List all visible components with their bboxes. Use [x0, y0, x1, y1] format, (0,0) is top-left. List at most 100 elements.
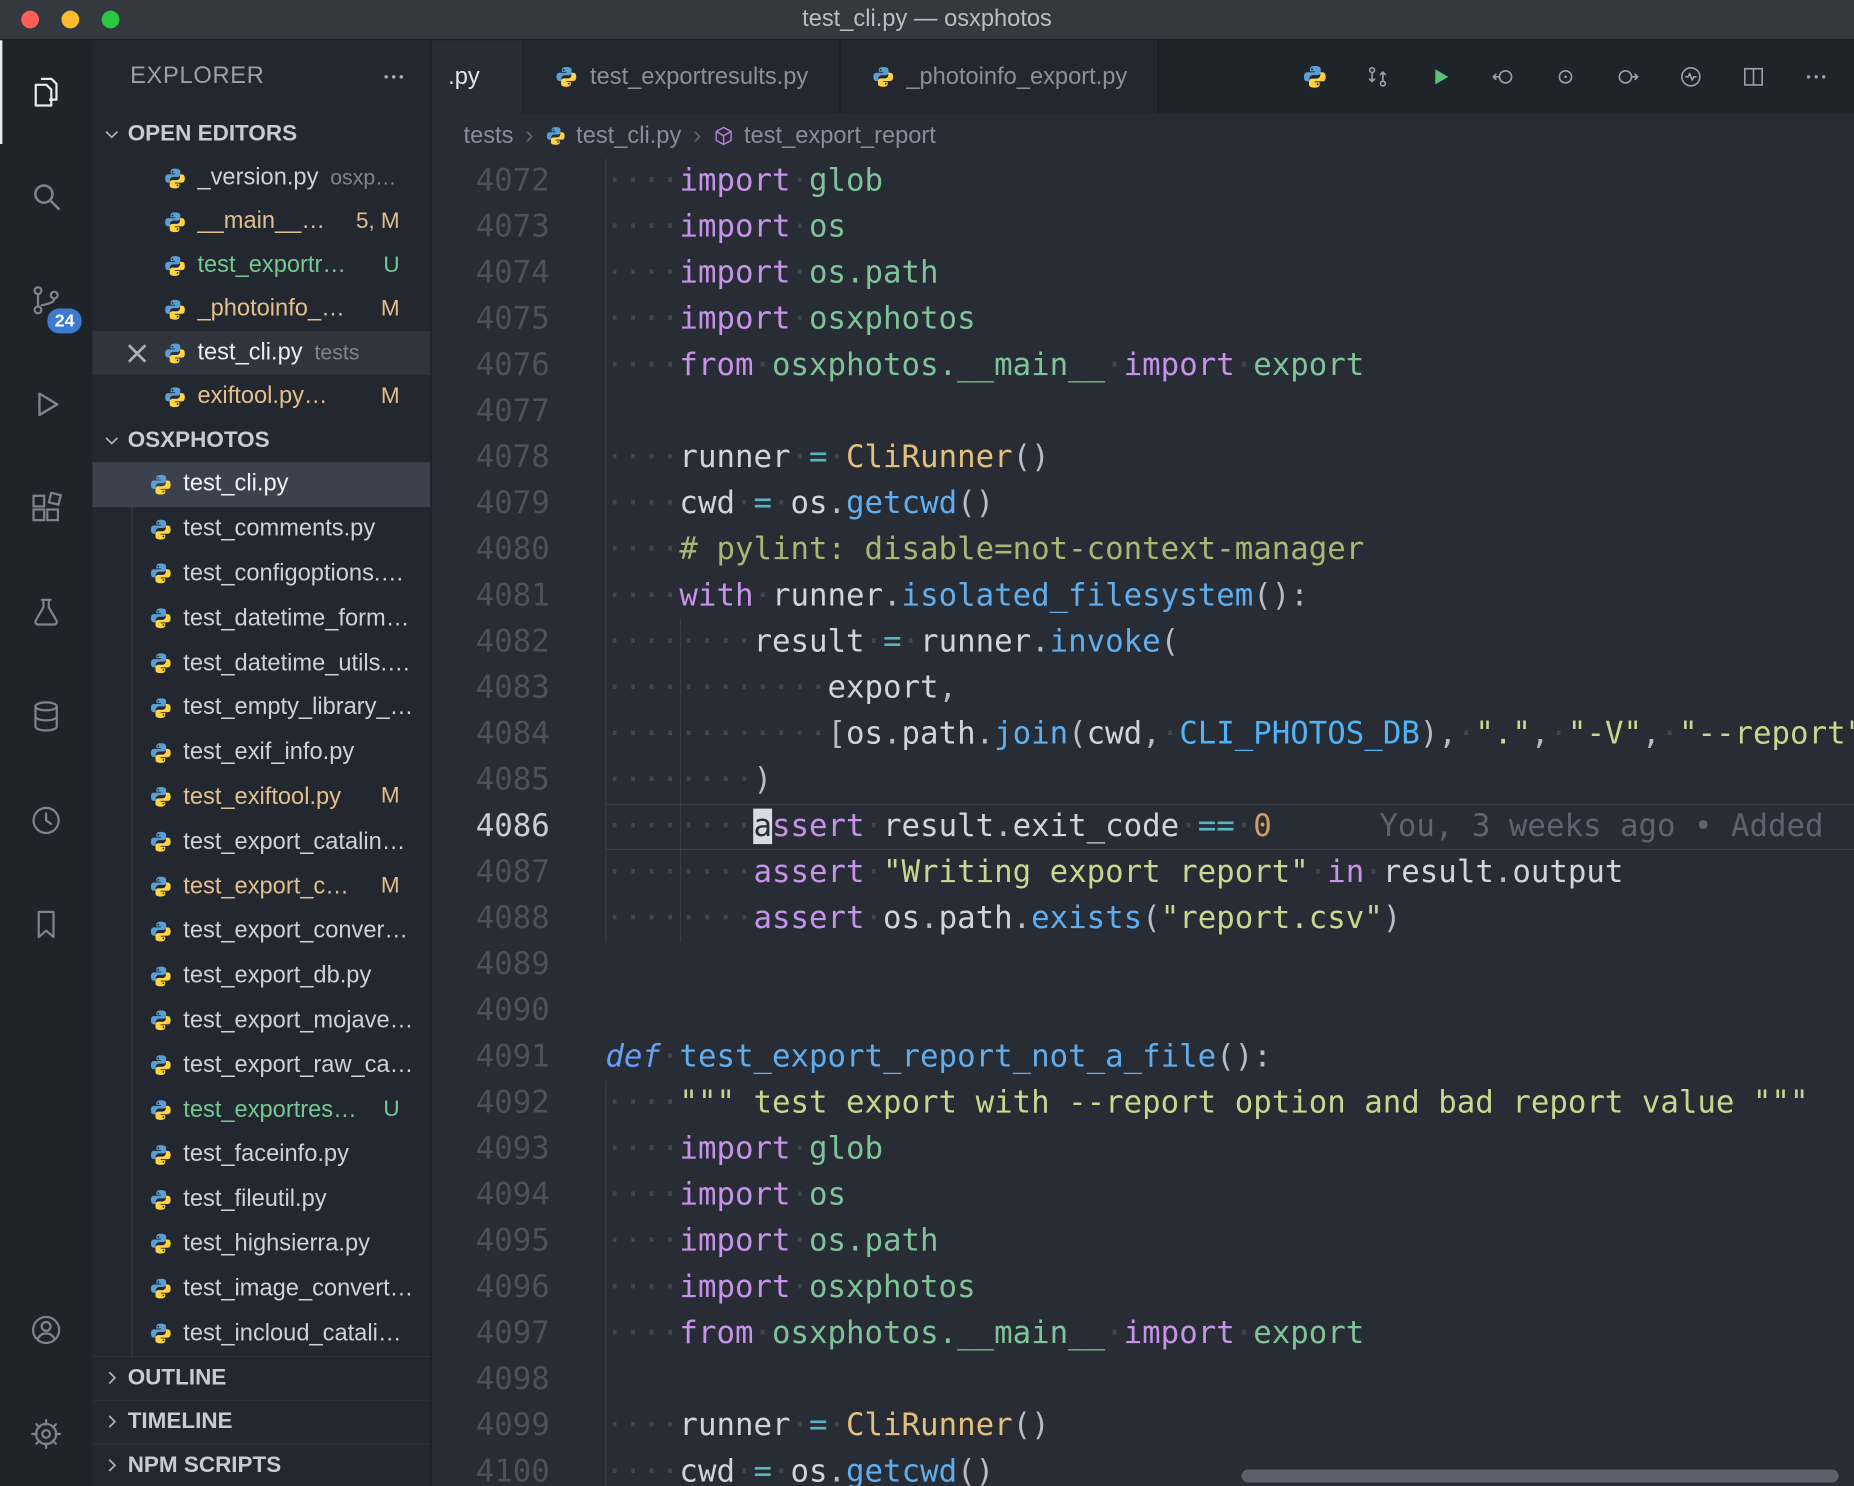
- code-line-4089[interactable]: 4089: [432, 942, 1854, 988]
- breadcrumb-item-test-export-report[interactable]: test_export_report: [713, 122, 936, 149]
- split-editor-button[interactable]: [1722, 40, 1785, 113]
- tree-item-test-datetime-form[interactable]: test_datetime_form…: [92, 596, 430, 641]
- code-editor[interactable]: 4072····import·glob4073····import·os4074…: [432, 158, 1854, 1486]
- code-line-4077[interactable]: 4077: [432, 389, 1854, 435]
- run-file-icon: [1427, 64, 1453, 90]
- source-control-activity-button[interactable]: 24: [0, 248, 92, 352]
- code-line-4092[interactable]: 4092····""" test export with --report op…: [432, 1081, 1854, 1127]
- extensions-activity-button[interactable]: [0, 456, 92, 560]
- debug-circle-button[interactable]: [1534, 40, 1597, 113]
- code-text: ········): [605, 758, 1854, 804]
- code-line-4073[interactable]: 4073····import·os: [432, 205, 1854, 251]
- close-window-button[interactable]: [21, 11, 39, 29]
- run-debug-activity-button[interactable]: [0, 352, 92, 456]
- tree-item-test-cli-py[interactable]: test_cli.py: [92, 462, 430, 507]
- code-line-4091[interactable]: 4091def·test_export_report_not_a_file():: [432, 1034, 1854, 1080]
- section-header-outline[interactable]: OUTLINE: [92, 1356, 430, 1400]
- code-line-4076[interactable]: 4076····from·osxphotos.__main__·import·e…: [432, 343, 1854, 389]
- code-line-4072[interactable]: 4072····import·glob: [432, 158, 1854, 204]
- code-line-4078[interactable]: 4078····runner·=·CliRunner(): [432, 435, 1854, 481]
- database-activity-button[interactable]: [0, 664, 92, 768]
- code-line-4086[interactable]: 4086········assert·result.exit_code·==·0…: [432, 804, 1854, 850]
- code-line-4080[interactable]: 4080····# pylint: disable=not-context-ma…: [432, 527, 1854, 573]
- debug-reverse-button[interactable]: [1471, 40, 1534, 113]
- debug-forward-button[interactable]: [1596, 40, 1659, 113]
- code-line-4074[interactable]: 4074····import·os.path: [432, 251, 1854, 297]
- explorer-more-actions-icon[interactable]: [381, 63, 407, 89]
- open-editor-item-exiftool-py[interactable]: exiftool.py…M: [92, 375, 430, 419]
- horizontal-scrollbar[interactable]: [1242, 1469, 1839, 1482]
- bookmarks-icon: [28, 907, 63, 942]
- open-editor-item-test-exportr[interactable]: test_exportr…U: [92, 244, 430, 288]
- breadcrumb-item-tests[interactable]: tests: [464, 122, 514, 149]
- tree-item-test-export-c[interactable]: test_export_c…M: [92, 864, 430, 909]
- zoom-window-button[interactable]: [102, 11, 120, 29]
- open-editor-item-photoinfo[interactable]: _photoinfo_…M: [92, 287, 430, 331]
- tree-item-test-export-db-py[interactable]: test_export_db.py: [92, 954, 430, 999]
- code-text: ····import·os.path: [605, 1219, 1854, 1265]
- line-number: 4099: [432, 1403, 606, 1449]
- code-line-4095[interactable]: 4095····import·os.path: [432, 1219, 1854, 1265]
- code-line-4087[interactable]: 4087········assert·"Writing export repor…: [432, 850, 1854, 896]
- tree-item-test-comments-py[interactable]: test_comments.py: [92, 507, 430, 552]
- tab-photoinfo-export-py[interactable]: _photoinfo_export.py: [840, 40, 1159, 113]
- settings-gear-activity-button[interactable]: [0, 1382, 92, 1486]
- code-line-4081[interactable]: 4081····with·runner.isolated_filesystem(…: [432, 573, 1854, 619]
- code-line-4079[interactable]: 4079····cwd·=·os.getcwd(): [432, 481, 1854, 527]
- tree-item-test-exportres[interactable]: test_exportres…U: [92, 1088, 430, 1133]
- run-file-button[interactable]: [1408, 40, 1471, 113]
- breadcrumb: tests›test_cli.py›test_export_report: [432, 113, 1854, 158]
- breadcrumb-item-test-cli-py[interactable]: test_cli.py: [545, 122, 681, 149]
- code-line-4075[interactable]: 4075····import·osxphotos: [432, 297, 1854, 343]
- tree-item-test-exiftool-py[interactable]: test_exiftool.pyM: [92, 775, 430, 820]
- project-section-header[interactable]: OSXPHOTOS: [92, 418, 430, 462]
- code-line-4097[interactable]: 4097····from·osxphotos.__main__·import·e…: [432, 1311, 1854, 1357]
- open-editors-section-header[interactable]: OPEN EDITORS: [92, 112, 430, 156]
- code-line-4098[interactable]: 4098: [432, 1357, 1854, 1403]
- tab-test-exportresults-py[interactable]: test_exportresults.py: [524, 40, 840, 113]
- code-line-4090[interactable]: 4090: [432, 988, 1854, 1034]
- tree-item-test-faceinfo-py[interactable]: test_faceinfo.py: [92, 1132, 430, 1177]
- tree-item-test-export-mojave[interactable]: test_export_mojave…: [92, 998, 430, 1043]
- code-line-4082[interactable]: 4082········result·=·runner.invoke(: [432, 619, 1854, 665]
- bookmarks-activity-button[interactable]: [0, 872, 92, 976]
- section-header-npm-scripts[interactable]: NPM SCRIPTS: [92, 1443, 430, 1486]
- open-editor-item-main[interactable]: __main__…5, M: [92, 200, 430, 244]
- code-line-4093[interactable]: 4093····import·glob: [432, 1127, 1854, 1173]
- pulse-circle-button[interactable]: [1659, 40, 1722, 113]
- python-logo-button[interactable]: [1283, 40, 1346, 113]
- open-editor-item-version-py[interactable]: _version.pyosxp…: [92, 156, 430, 200]
- account-activity-button[interactable]: [0, 1278, 92, 1382]
- code-line-4085[interactable]: 4085········): [432, 758, 1854, 804]
- code-line-4094[interactable]: 4094····import·os: [432, 1173, 1854, 1219]
- minimize-window-button[interactable]: [61, 11, 79, 29]
- more-actions-button[interactable]: [1784, 40, 1847, 113]
- close-editor-icon[interactable]: [121, 336, 154, 369]
- tree-item-test-configoptions[interactable]: test_configoptions.…: [92, 552, 430, 597]
- search-activity-button[interactable]: [0, 144, 92, 248]
- tree-item-test-fileutil-py[interactable]: test_fileutil.py: [92, 1177, 430, 1222]
- open-editor-item-test-cli-py[interactable]: test_cli.pytests: [92, 331, 430, 375]
- tree-item-test-datetime-utils[interactable]: test_datetime_utils.…: [92, 641, 430, 686]
- testing-activity-button[interactable]: [0, 560, 92, 664]
- explorer-activity-button[interactable]: [0, 40, 92, 144]
- tree-item-test-export-conver[interactable]: test_export_conver…: [92, 909, 430, 954]
- code-line-4088[interactable]: 4088········assert·os.path.exists("repor…: [432, 896, 1854, 942]
- code-line-4084[interactable]: 4084············[os.path.join(cwd,·CLI_P…: [432, 712, 1854, 758]
- code-line-4099[interactable]: 4099····runner·=·CliRunner(): [432, 1403, 1854, 1449]
- tree-item-test-incloud-catali[interactable]: test_incloud_catali…: [92, 1311, 430, 1356]
- testing-icon: [28, 595, 63, 630]
- tree-item-test-export-raw-ca[interactable]: test_export_raw_ca…: [92, 1043, 430, 1088]
- tree-item-test-export-catalin[interactable]: test_export_catalin…: [92, 820, 430, 865]
- tree-item-test-empty-library[interactable]: test_empty_library_…: [92, 686, 430, 731]
- tree-item-test-highsierra-py[interactable]: test_highsierra.py: [92, 1222, 430, 1267]
- section-header-timeline[interactable]: TIMELINE: [92, 1400, 430, 1444]
- code-text: ····with·runner.isolated_filesystem():: [605, 573, 1854, 619]
- tree-item-test-exif-info-py[interactable]: test_exif_info.py: [92, 730, 430, 775]
- clock-circle-activity-button[interactable]: [0, 768, 92, 872]
- code-line-4083[interactable]: 4083············export,: [432, 666, 1854, 712]
- tab-py[interactable]: .py: [432, 40, 524, 113]
- tree-item-test-image-convert[interactable]: test_image_convert…: [92, 1267, 430, 1312]
- code-line-4096[interactable]: 4096····import·osxphotos: [432, 1265, 1854, 1311]
- compare-changes-button[interactable]: [1346, 40, 1409, 113]
